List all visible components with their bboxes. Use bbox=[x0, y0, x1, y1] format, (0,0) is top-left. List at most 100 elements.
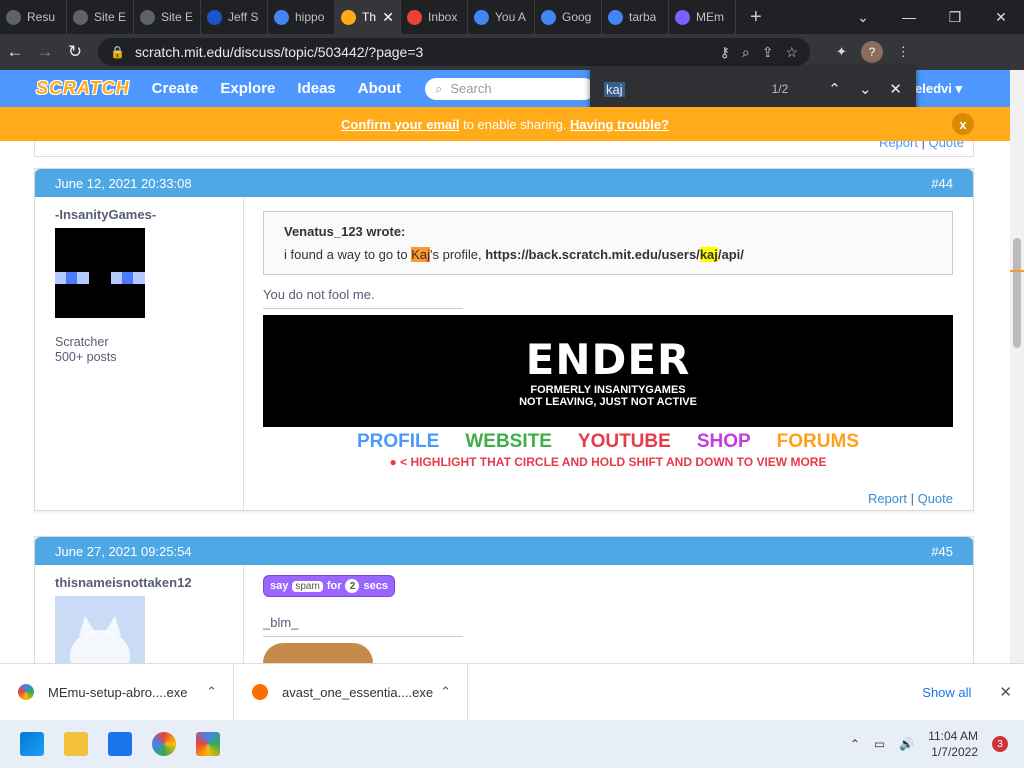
memu-icon bbox=[675, 9, 690, 25]
signature-divider bbox=[263, 636, 463, 637]
nav-ideas[interactable]: Ideas bbox=[297, 80, 335, 97]
find-next-icon[interactable]: ⌄ bbox=[859, 80, 872, 98]
search-input[interactable]: ⌕ Search bbox=[425, 77, 596, 100]
post-date[interactable]: June 27, 2021 09:25:54 bbox=[55, 544, 192, 559]
tab-label: You A bbox=[495, 10, 526, 24]
tray-chevron-icon[interactable]: ⌃ bbox=[850, 737, 860, 751]
memu-icon[interactable] bbox=[196, 732, 220, 756]
download-item[interactable]: MEmu-setup-abro....exe ⌃ bbox=[0, 663, 234, 721]
browser-tab[interactable]: Jeff S bbox=[201, 0, 268, 34]
post-number[interactable]: #44 bbox=[931, 176, 953, 191]
close-downloads-icon[interactable]: ✕ bbox=[999, 683, 1012, 701]
signature-link-forums[interactable]: FORUMS bbox=[777, 431, 859, 453]
post-actions: Report | Quote bbox=[263, 469, 953, 510]
tab-search-icon[interactable]: ⌄ bbox=[840, 9, 886, 26]
globe-icon bbox=[6, 9, 21, 25]
notification-badge[interactable]: 3 bbox=[992, 736, 1008, 752]
scratch-logo[interactable]: SCRATCH bbox=[36, 78, 130, 99]
nav-create[interactable]: Create bbox=[152, 80, 199, 97]
quote-text-mid: 's profile, bbox=[430, 247, 486, 262]
find-close-icon[interactable]: ✕ bbox=[889, 80, 902, 98]
browser-tab[interactable]: Site E bbox=[134, 0, 201, 34]
reload-icon[interactable]: ↻ bbox=[60, 42, 90, 62]
browser-tab[interactable]: hippo bbox=[268, 0, 335, 34]
download-item[interactable]: avast_one_essentia....exe ⌃ bbox=[234, 663, 468, 721]
minimize-button[interactable]: — bbox=[886, 9, 932, 26]
banner-close-button[interactable]: x bbox=[952, 113, 974, 135]
windows-start-icon[interactable] bbox=[20, 732, 44, 756]
network-icon[interactable]: ▭ bbox=[874, 737, 885, 751]
address-bar-row: ← → ↻ 🔒 scratch.mit.edu/discuss/topic/50… bbox=[0, 34, 1024, 70]
show-all-downloads-button[interactable]: Show all bbox=[922, 685, 971, 700]
signature-link-shop[interactable]: SHOP bbox=[697, 431, 751, 453]
profile-avatar[interactable]: ? bbox=[860, 41, 883, 63]
quote-link[interactable]: https://back.scratch.mit.edu/users/kaj/a… bbox=[485, 247, 744, 262]
post-username[interactable]: thisnameisnottaken12 bbox=[55, 575, 223, 590]
user-menu[interactable]: eledvi ▾ bbox=[915, 81, 962, 97]
browser-tab[interactable]: tarba bbox=[602, 0, 669, 34]
key-icon[interactable]: ⚷ bbox=[720, 44, 730, 61]
url-input[interactable]: 🔒 scratch.mit.edu/discuss/topic/503442/?… bbox=[98, 38, 810, 66]
confirm-email-link[interactable]: Confirm your email bbox=[341, 117, 459, 132]
tab-label: Resu bbox=[27, 10, 56, 24]
menu-icon[interactable]: ⋮ bbox=[897, 44, 910, 60]
back-icon[interactable]: ← bbox=[0, 42, 30, 62]
store-icon[interactable] bbox=[108, 732, 132, 756]
browser-tab[interactable]: MEm bbox=[669, 0, 736, 34]
signature-link-youtube[interactable]: YOUTUBE bbox=[578, 431, 671, 453]
browser-tab[interactable]: Resu bbox=[0, 0, 67, 34]
maximize-button[interactable]: ❐ bbox=[932, 9, 978, 26]
tab-label: Goog bbox=[562, 10, 592, 24]
post-number[interactable]: #45 bbox=[931, 544, 953, 559]
browser-tab-strip: Resu Site E Site E Jeff S hippo Th ✕ Inbox You A… bbox=[0, 0, 1024, 34]
page-scrollbar[interactable] bbox=[1010, 70, 1024, 663]
browser-tab[interactable]: Goog bbox=[535, 0, 602, 34]
having-trouble-link[interactable]: Having trouble? bbox=[570, 117, 669, 132]
user-avatar[interactable] bbox=[55, 228, 145, 318]
scrollbar-thumb[interactable] bbox=[1013, 238, 1021, 348]
volume-icon[interactable]: 🔊 bbox=[899, 737, 914, 751]
browser-tab[interactable]: Inbox bbox=[401, 0, 468, 34]
nav-about[interactable]: About bbox=[358, 80, 401, 97]
username-label: eledvi bbox=[915, 80, 952, 96]
report-link[interactable]: Report bbox=[879, 141, 918, 150]
report-link[interactable]: Report bbox=[868, 491, 907, 506]
signature-title: ENDER bbox=[525, 334, 691, 384]
signature-banner-image[interactable]: ENDER FORMERLY INSANITYGAMES NOT LEAVING… bbox=[263, 315, 953, 427]
clock[interactable]: 11:04 AM 1/7/2022 bbox=[928, 728, 978, 760]
tab-label: Jeff S bbox=[228, 10, 259, 24]
post-date[interactable]: June 12, 2021 20:33:08 bbox=[55, 176, 192, 191]
tab-label: Site E bbox=[94, 10, 127, 24]
find-page-icon[interactable]: ⌕ bbox=[742, 44, 750, 61]
close-window-button[interactable]: ✕ bbox=[978, 9, 1024, 26]
user-avatar[interactable] bbox=[55, 596, 145, 663]
tab-close-icon[interactable]: ✕ bbox=[382, 9, 394, 26]
signature-divider bbox=[263, 308, 463, 309]
tab-label: MEm bbox=[696, 10, 724, 24]
previous-post-tail bbox=[34, 141, 974, 157]
download-filename: MEmu-setup-abro....exe bbox=[48, 684, 188, 700]
extensions-icon[interactable]: ✦ bbox=[836, 44, 847, 60]
quote-link[interactable]: Quote bbox=[929, 141, 964, 150]
browser-tab[interactable]: Site E bbox=[67, 0, 134, 34]
banner-text: to enable sharing. bbox=[459, 116, 571, 132]
browser-tab[interactable]: Th ✕ bbox=[335, 0, 401, 34]
nav-explore[interactable]: Explore bbox=[220, 80, 275, 97]
find-previous-icon[interactable]: ⌃ bbox=[828, 80, 841, 98]
new-tab-button[interactable]: + bbox=[750, 6, 762, 29]
quote-link[interactable]: Quote bbox=[918, 491, 953, 506]
signature-image-partial bbox=[263, 643, 373, 663]
file-explorer-icon[interactable] bbox=[64, 732, 88, 756]
signature-link-profile[interactable]: PROFILE bbox=[357, 431, 439, 453]
browser-tab[interactable]: You A bbox=[468, 0, 535, 34]
bookmark-star-icon[interactable]: ☆ bbox=[785, 44, 798, 61]
forward-icon[interactable]: → bbox=[30, 42, 60, 62]
signature-link-website[interactable]: WEBSITE bbox=[465, 431, 552, 453]
chrome-icon[interactable] bbox=[152, 732, 176, 756]
post-username[interactable]: -InsanityGames- bbox=[55, 207, 223, 222]
chevron-up-icon[interactable]: ⌃ bbox=[440, 684, 451, 700]
find-input[interactable]: kaj bbox=[604, 81, 625, 97]
share-icon[interactable]: ⇪ bbox=[762, 44, 774, 61]
forum-content: Report | Quote June 12, 2021 20:33:08 #4… bbox=[0, 141, 1010, 663]
chevron-up-icon[interactable]: ⌃ bbox=[206, 684, 217, 700]
